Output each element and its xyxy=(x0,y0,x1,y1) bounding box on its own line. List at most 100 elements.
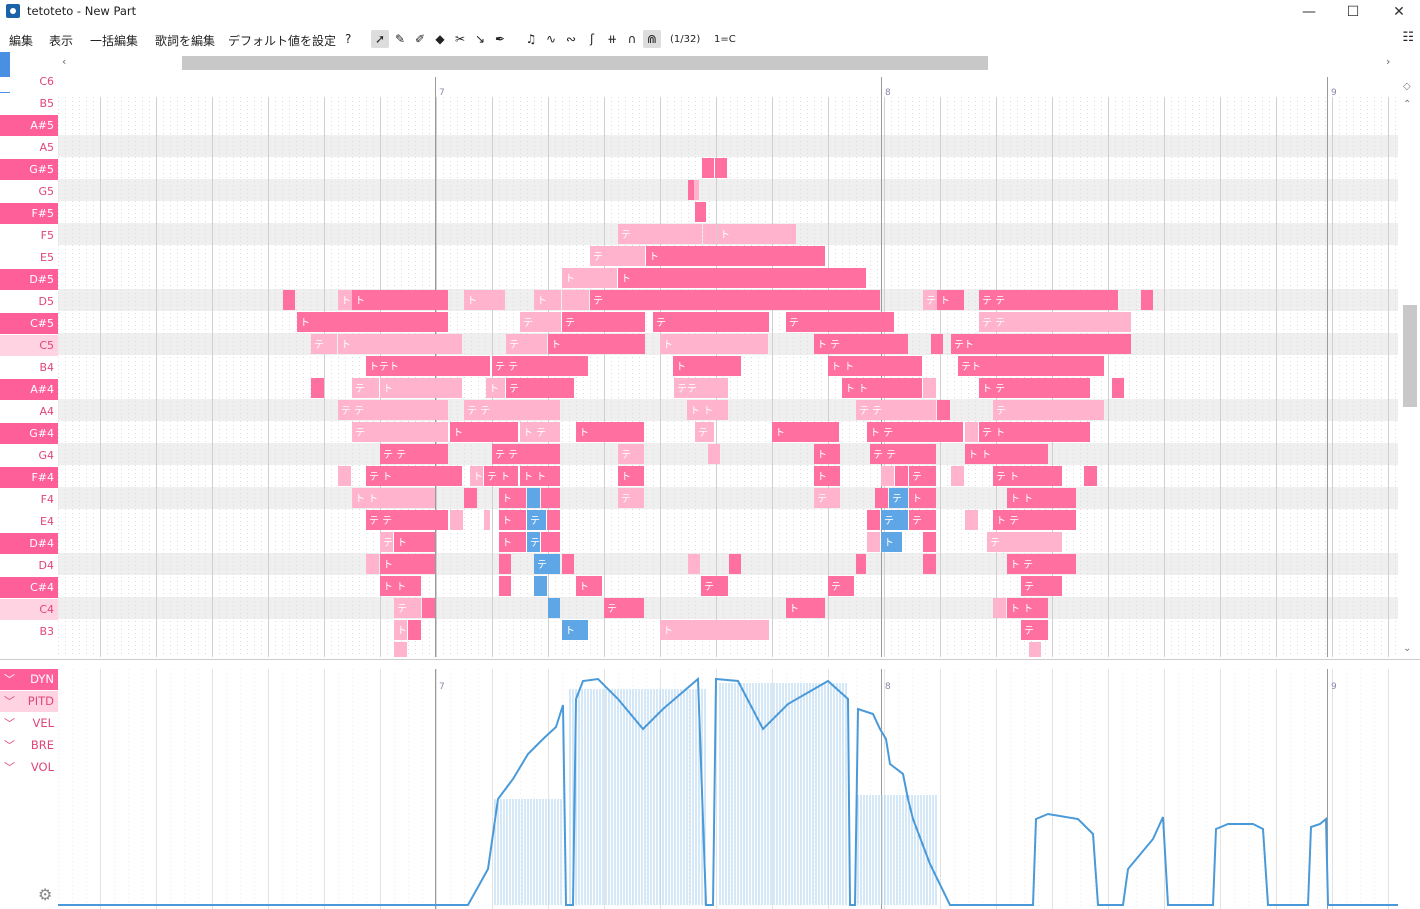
note[interactable] xyxy=(867,532,880,552)
note[interactable]: テ xyxy=(987,532,1062,552)
note[interactable] xyxy=(931,334,943,354)
note[interactable] xyxy=(688,554,700,574)
note[interactable]: テ テ xyxy=(979,290,1118,310)
note[interactable]: ト xyxy=(562,268,617,288)
note[interactable]: テ xyxy=(695,422,714,442)
note[interactable] xyxy=(965,422,978,442)
note[interactable] xyxy=(311,378,324,398)
note[interactable]: テ ト xyxy=(366,466,462,486)
note[interactable]: テ xyxy=(618,224,702,244)
note-icon[interactable]: ♫ xyxy=(522,30,540,48)
note[interactable]: テ ト xyxy=(484,466,518,486)
note[interactable]: ト テ xyxy=(979,378,1090,398)
note[interactable]: ト ト xyxy=(687,400,728,420)
note-grid[interactable]: 7 8 9テ トテ トト トトトトトテテトテ テトテテテテテ テテトテトトト テテトトテト… xyxy=(58,77,1398,657)
note[interactable]: テト xyxy=(951,334,1131,354)
note[interactable]: テ xyxy=(881,510,908,530)
note[interactable]: テ ト xyxy=(979,422,1090,442)
note[interactable]: ト xyxy=(937,290,964,310)
note[interactable]: トテト xyxy=(366,356,490,376)
note[interactable]: テ xyxy=(506,378,574,398)
key-asharp4[interactable]: A#4 xyxy=(0,379,58,400)
note[interactable]: テ xyxy=(618,488,644,508)
snap-toggle-icon[interactable]: ⋒ xyxy=(643,30,661,48)
note[interactable]: ト ト xyxy=(965,444,1048,464)
note[interactable]: テ テ xyxy=(979,312,1131,332)
key-label[interactable]: 1=C xyxy=(714,34,736,45)
menu-view[interactable]: 表示 xyxy=(49,32,73,49)
note[interactable]: テ xyxy=(909,510,936,530)
note[interactable]: ト xyxy=(394,620,407,640)
note[interactable]: ト xyxy=(486,378,505,398)
note[interactable]: テ xyxy=(590,246,645,266)
note[interactable]: テ xyxy=(380,532,393,552)
note[interactable] xyxy=(875,488,888,508)
note[interactable]: ト xyxy=(394,532,435,552)
note[interactable]: ト xyxy=(576,422,644,442)
note[interactable]: ト ト xyxy=(380,576,421,596)
note[interactable] xyxy=(1112,378,1124,398)
knife-icon[interactable]: ✂ xyxy=(451,30,469,48)
minimize-button[interactable]: — xyxy=(1286,0,1332,24)
note[interactable] xyxy=(1084,466,1097,486)
eraser-icon[interactable]: ◆ xyxy=(431,30,449,48)
note[interactable] xyxy=(715,158,727,178)
note[interactable] xyxy=(422,598,435,618)
key-e5[interactable]: E5 xyxy=(0,247,58,268)
note[interactable]: テ xyxy=(394,598,421,618)
note[interactable]: ト xyxy=(909,488,936,508)
expression-tab-bre[interactable]: ﹀ BRE xyxy=(0,735,58,756)
menu-edit-lyrics[interactable]: 歌詞を編集 xyxy=(155,32,215,49)
key-csharp5[interactable]: C#5 xyxy=(0,313,58,334)
piano-roll[interactable]: 789テトテトトトトトトトテテトテ テトテテテテテ テテトテトトト テテト トテト… xyxy=(58,77,1398,657)
note[interactable] xyxy=(366,554,379,574)
overlap-icon[interactable]: ∩ xyxy=(623,30,641,48)
note[interactable]: ト ト xyxy=(1007,598,1048,618)
note[interactable] xyxy=(548,598,560,618)
note[interactable]: ト xyxy=(499,510,526,530)
note[interactable] xyxy=(283,290,295,310)
horizontal-scrollbar[interactable]: ‹ › xyxy=(60,55,1400,71)
key-a5[interactable]: A5 xyxy=(0,137,58,158)
scroll-down-icon[interactable]: ⌄ xyxy=(1403,643,1411,654)
note[interactable] xyxy=(695,202,706,222)
note[interactable] xyxy=(338,466,351,486)
note[interactable]: テ テ xyxy=(338,400,448,420)
note[interactable] xyxy=(923,378,936,398)
expression-tab-vol[interactable]: ﹀ VOL xyxy=(0,757,58,778)
key-dsharp5[interactable]: D#5 xyxy=(0,269,58,290)
eraser-pencil-icon[interactable]: ✐ xyxy=(411,30,429,48)
note[interactable]: テト xyxy=(958,356,1104,376)
note[interactable]: テ xyxy=(534,554,560,574)
key-g4[interactable]: G4 xyxy=(0,445,58,466)
note[interactable]: ト テ xyxy=(867,422,963,442)
note[interactable] xyxy=(541,532,560,552)
note[interactable] xyxy=(562,290,589,310)
key-fsharp4[interactable]: F#4 xyxy=(0,467,58,488)
note[interactable]: ト xyxy=(352,290,448,310)
note[interactable]: ト xyxy=(618,466,644,486)
note[interactable] xyxy=(450,510,463,530)
note[interactable] xyxy=(895,466,908,486)
note[interactable]: ト xyxy=(548,334,645,354)
note[interactable]: テ xyxy=(527,510,546,530)
key-c6[interactable]: C6 xyxy=(0,77,58,92)
vibrato-icon[interactable]: ∿ xyxy=(542,30,560,48)
note[interactable]: テテ xyxy=(674,378,728,398)
note[interactable]: ト xyxy=(660,620,769,640)
note[interactable]: テ xyxy=(311,334,337,354)
note[interactable] xyxy=(702,158,714,178)
note[interactable]: ト xyxy=(380,378,462,398)
note[interactable] xyxy=(951,466,964,486)
note[interactable] xyxy=(527,488,540,508)
cursor-icon[interactable]: ➚ xyxy=(371,30,389,48)
note[interactable]: ト xyxy=(499,488,526,508)
key-c4[interactable]: C4 xyxy=(0,599,58,620)
note[interactable] xyxy=(993,598,1006,618)
note[interactable] xyxy=(688,180,695,200)
note[interactable]: テ テ xyxy=(366,510,448,530)
key-e4[interactable]: E4 xyxy=(0,511,58,532)
key-fsharp5[interactable]: F#5 xyxy=(0,203,58,224)
note[interactable]: ト ト xyxy=(352,488,435,508)
note[interactable]: テ xyxy=(520,312,561,332)
